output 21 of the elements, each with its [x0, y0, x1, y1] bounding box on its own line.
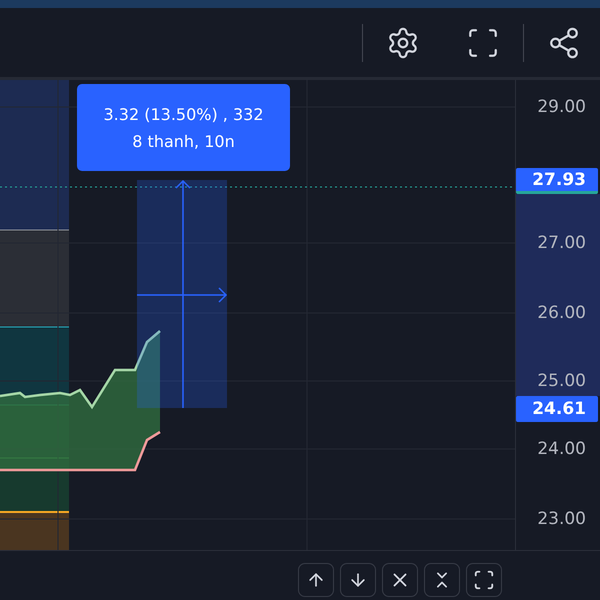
price-label: 25.00 — [536, 370, 587, 393]
price-label: 29.00 — [536, 96, 587, 119]
level-line — [0, 326, 70, 328]
level-line — [0, 511, 69, 513]
collapse-button[interactable] — [424, 563, 460, 597]
price-label: 26.00 — [536, 302, 587, 325]
frame-icon — [473, 569, 495, 591]
arrow-down-button[interactable] — [340, 563, 376, 597]
price-label: 27.00 — [536, 232, 587, 255]
price-marker: 27.93 — [516, 168, 598, 194]
settings-icon — [386, 26, 420, 60]
price-label: 24.00 — [536, 438, 587, 461]
tooltip-text: 8 thanh, 10n — [132, 132, 235, 150]
arrow-up-button[interactable] — [298, 563, 334, 597]
close-button[interactable] — [382, 563, 418, 597]
tooltip-text: 3.32 (13.50%) , 332 — [104, 104, 264, 124]
price-label: 23.00 — [536, 508, 587, 531]
share-icon — [547, 26, 581, 60]
price-marker: 24.61 — [516, 396, 598, 422]
measure-drawing[interactable] — [137, 180, 228, 408]
maximize-button[interactable] — [466, 563, 502, 597]
